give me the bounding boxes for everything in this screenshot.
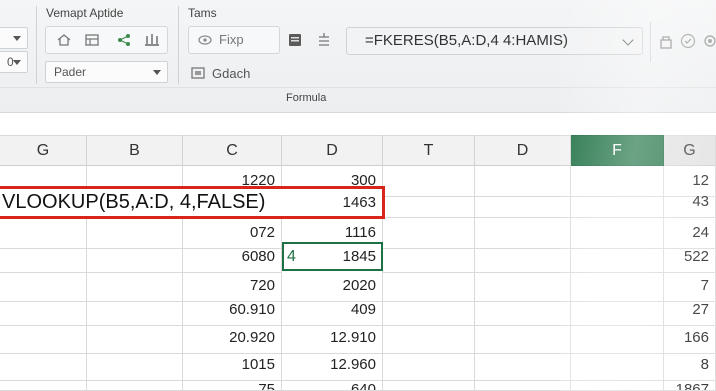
active-cell[interactable]: 4 1845 [282, 242, 383, 271]
active-cell-input: 4 [287, 248, 296, 265]
cell-d[interactable]: 12.960 [282, 350, 383, 381]
vlookup-formula-cell[interactable]: VLOOKUP(B5,A:D, 4,FALSE) 1463 [0, 186, 385, 219]
cell-d2[interactable] [475, 295, 571, 326]
share-icon[interactable] [116, 32, 132, 48]
cell-b[interactable] [87, 242, 183, 273]
column-header-b[interactable]: B [87, 135, 183, 166]
ribbon-divider [36, 6, 37, 84]
ribbon-divider [650, 22, 651, 62]
ribbon-divider [178, 6, 179, 84]
active-cell-value: 1845 [342, 248, 376, 265]
cell-t[interactable] [383, 187, 475, 218]
formula-result-value: 1463 [342, 194, 376, 211]
cell-b[interactable] [87, 295, 183, 326]
column-header-d2[interactable]: D [475, 135, 571, 166]
cell-t[interactable] [383, 295, 475, 326]
home-icon[interactable] [56, 32, 72, 48]
sheet-top-band [0, 113, 716, 135]
lock-icon[interactable] [658, 33, 674, 49]
pader-dropdown[interactable]: Pader [45, 61, 168, 83]
cell-d2[interactable] [475, 350, 571, 381]
formula-bar-input[interactable]: =FKERES(B5,A:D,4 4:HAMIS) [346, 27, 643, 55]
cell-g2[interactable]: 522 [664, 242, 716, 273]
cell-b[interactable] [87, 378, 183, 391]
cell-f[interactable] [571, 350, 664, 381]
cell-g2[interactable]: 1867 [664, 378, 716, 391]
table-icon[interactable] [84, 32, 100, 48]
cell-f[interactable] [571, 295, 664, 326]
left-dropdown-top[interactable] [0, 27, 28, 49]
formula-text: VLOOKUP(B5,A:D, 4,FALSE) [2, 191, 266, 213]
cell-c[interactable]: 75 [183, 378, 282, 391]
gdach-label[interactable]: Gdach [212, 66, 250, 81]
formula-group-label: Formula [286, 92, 327, 104]
cell-d2[interactable] [475, 187, 571, 218]
group-label-tams: Tams [188, 6, 217, 20]
cell-d2[interactable] [475, 378, 571, 391]
cell-g[interactable] [0, 242, 87, 273]
group-label-vemapt: Vemapt Aptide [46, 6, 124, 20]
column-header-c[interactable]: C [183, 135, 282, 166]
cell-c[interactable]: 60.910 [183, 295, 282, 326]
cell-t[interactable] [383, 378, 475, 391]
cell-g[interactable] [0, 378, 87, 391]
column-header-t[interactable]: T [383, 135, 475, 166]
column-header-d[interactable]: D [282, 135, 383, 166]
cell-d[interactable]: 409 [282, 295, 383, 326]
cell-b[interactable] [87, 350, 183, 381]
cell-d2[interactable] [475, 242, 571, 273]
cell-f[interactable] [571, 242, 664, 273]
cell-t[interactable] [383, 242, 475, 273]
cell-g[interactable] [0, 350, 87, 381]
cell-t[interactable] [383, 350, 475, 381]
cell-g[interactable] [0, 295, 87, 326]
ribbon-group-rule [0, 87, 716, 88]
fix-label: Fixp [219, 32, 244, 47]
gear-icon[interactable] [702, 33, 716, 49]
ribbon: 0 Vemapt Aptide Pader Tams Fixp Gdach =F… [0, 0, 716, 113]
check-circle-icon[interactable] [680, 33, 696, 49]
cell-g2[interactable]: 27 [664, 295, 716, 326]
chevron-down-icon [13, 36, 21, 41]
eye-icon [197, 32, 213, 48]
cell-c[interactable]: 1015 [183, 350, 282, 381]
column-header-f-selected[interactable]: F [571, 135, 664, 166]
cell-g2[interactable]: 43 [664, 187, 716, 218]
left-dropdown-mid[interactable]: 0 [0, 51, 28, 73]
filter-bars-icon[interactable] [144, 32, 160, 48]
column-header-g2[interactable]: G [664, 135, 716, 166]
cell-f[interactable] [571, 378, 664, 391]
document-icon[interactable] [287, 32, 303, 48]
cell-f[interactable] [571, 187, 664, 218]
fix-button[interactable]: Fixp [188, 26, 280, 54]
chevron-down-icon [153, 70, 161, 75]
chevron-down-icon [13, 60, 21, 65]
image-icon[interactable] [190, 65, 206, 81]
stack-icon[interactable] [316, 32, 332, 48]
icon-toolbar [45, 26, 168, 54]
cell-d[interactable]: 640 [282, 378, 383, 391]
cell-c[interactable]: 6080 [183, 242, 282, 273]
column-header-g[interactable]: G [0, 135, 87, 166]
cell-g2[interactable]: 8 [664, 350, 716, 381]
